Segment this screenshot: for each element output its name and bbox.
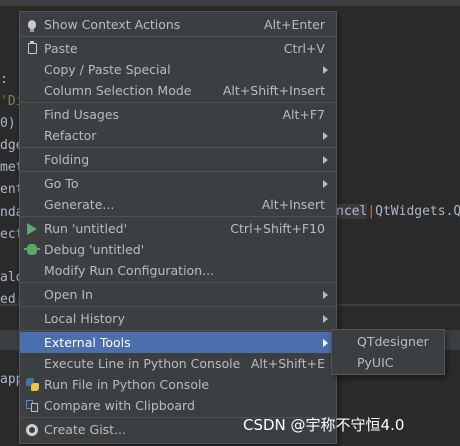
menu-item-generate[interactable]: Generate... Alt+Insert (20, 194, 336, 215)
code-text: QtWidgets.Q (375, 204, 460, 219)
menu-item-paste[interactable]: Paste Ctrl+V (20, 38, 336, 59)
menu-item-label: Column Selection Mode (44, 83, 192, 98)
menu-item-external-tools[interactable]: External Tools (20, 332, 336, 353)
clipboard-icon (20, 38, 44, 59)
submenu-arrow-icon (318, 125, 332, 146)
menu-separator (20, 147, 336, 148)
run-icon (20, 218, 44, 239)
menu-item-label: Show Context Actions (44, 17, 181, 32)
menu-item-label: Run 'untitled' (44, 221, 128, 236)
code-line: 0) (0, 116, 16, 131)
debug-icon (20, 239, 44, 260)
compare-icon (20, 395, 44, 416)
menu-item-label: Local History (44, 311, 125, 326)
menu-separator (20, 282, 336, 283)
menu-item-open-in[interactable]: Open In (20, 284, 336, 305)
menu-item-shortcut: Alt+F7 (282, 107, 325, 122)
menu-separator (20, 216, 336, 217)
submenu-item-pyuic[interactable]: PyUIC (332, 352, 444, 373)
submenu-arrow-icon (318, 149, 332, 170)
menu-item-label: Open In (44, 287, 93, 302)
menu-item-shortcut: Ctrl+V (283, 41, 325, 56)
external-tools-submenu: QTdesigner PyUIC (331, 329, 445, 375)
menu-item-show-context-actions[interactable]: Show Context Actions Alt+Enter (20, 14, 336, 35)
submenu-arrow-icon (318, 308, 332, 329)
editor-tab-bar (0, 0, 460, 6)
submenu-arrow-icon (318, 173, 332, 194)
bulb-icon (20, 14, 44, 35)
submenu-arrow-icon (318, 59, 332, 80)
menu-item-column-selection-mode[interactable]: Column Selection Mode Alt+Shift+Insert (20, 80, 336, 101)
menu-item-find-usages[interactable]: Find Usages Alt+F7 (20, 104, 336, 125)
menu-separator (20, 171, 336, 172)
menu-item-go-to[interactable]: Go To (20, 173, 336, 194)
menu-item-label: External Tools (44, 335, 131, 350)
menu-item-run-file-in-python-console[interactable]: Run File in Python Console (20, 374, 336, 395)
menu-item-label: Copy / Paste Special (44, 62, 171, 77)
menu-item-folding[interactable]: Folding (20, 149, 336, 170)
menu-item-label: Compare with Clipboard (44, 398, 195, 413)
code-fragment: ncel|QtWidgets.Q (336, 204, 460, 219)
submenu-item-qtdesigner[interactable]: QTdesigner (332, 331, 444, 352)
menu-item-label: Modify Run Configuration... (44, 263, 215, 278)
menu-item-label: Refactor (44, 128, 97, 143)
menu-item-copy-paste-special[interactable]: Copy / Paste Special (20, 59, 336, 80)
menu-item-shortcut: Alt+Insert (261, 197, 325, 212)
context-menu: Show Context Actions Alt+Enter Paste Ctr… (19, 11, 337, 444)
menu-item-shortcut: Alt+Enter (264, 17, 325, 32)
menu-item-label: Run File in Python Console (44, 377, 210, 392)
menu-item-label: Generate... (44, 197, 115, 212)
menu-item-shortcut: Ctrl+Shift+F10 (230, 221, 325, 236)
python-icon (20, 374, 44, 395)
menu-item-local-history[interactable]: Local History (20, 308, 336, 329)
code-line: : (0, 72, 8, 87)
menu-separator (20, 36, 336, 37)
menu-item-modify-run-configuration[interactable]: Modify Run Configuration... (20, 260, 336, 281)
menu-separator (20, 102, 336, 103)
menu-item-compare-with-clipboard[interactable]: Compare with Clipboard (20, 395, 336, 416)
menu-item-label: Debug 'untitled' (44, 242, 145, 257)
menu-separator (20, 306, 336, 307)
menu-item-label: Paste (44, 41, 78, 56)
menu-item-label: Find Usages (44, 107, 120, 122)
menu-item-execute-line-in-python-console[interactable]: Execute Line in Python Console Alt+Shift… (20, 353, 336, 374)
menu-item-shortcut: Alt+Shift+E (250, 356, 325, 371)
submenu-arrow-icon (318, 332, 332, 353)
menu-item-refactor[interactable]: Refactor (20, 125, 336, 146)
watermark: CSDN @宇称不守恒4.0 (243, 416, 405, 434)
menu-separator (20, 330, 336, 331)
menu-item-label: Execute Line in Python Console (44, 356, 241, 371)
text-cursor: | (367, 204, 376, 219)
menu-item-debug[interactable]: Debug 'untitled' (20, 239, 336, 260)
github-icon (20, 419, 44, 440)
menu-item-run[interactable]: Run 'untitled' Ctrl+Shift+F10 (20, 218, 336, 239)
submenu-arrow-icon (318, 284, 332, 305)
menu-item-shortcut: Alt+Shift+Insert (222, 83, 325, 98)
menu-item-label: Folding (44, 152, 90, 167)
highlighted-identifier: ncel (336, 204, 368, 219)
menu-item-label: Go To (44, 176, 79, 191)
